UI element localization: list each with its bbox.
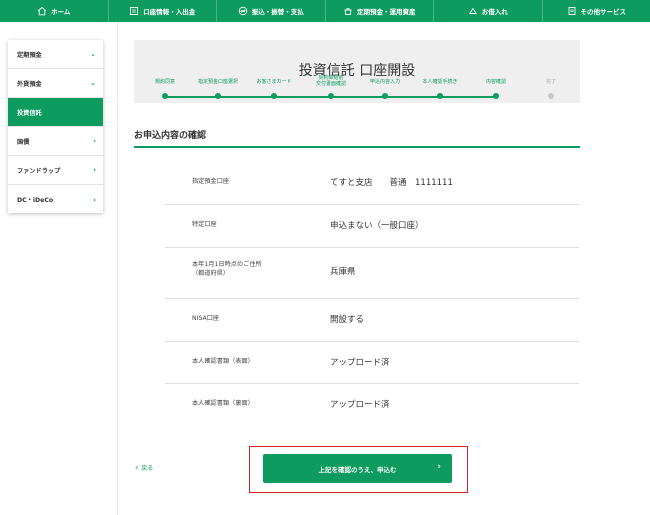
sidebar-item-investment-trust[interactable]: 投資信託	[8, 98, 103, 127]
nav-loans-label: お借入れ	[481, 8, 508, 16]
row-label: 本人確認書類（裏面）	[192, 400, 254, 407]
nav-other-services-label: その他サービス	[580, 8, 627, 16]
row-label: 本人確認書類（表面）	[192, 358, 254, 365]
sidebar-item-label: 投資信託	[17, 109, 42, 117]
progress-step-label: 契約締結前 交付書面確認	[315, 75, 346, 87]
page-header: 投資信託 口座開設 規約同意 指定預金口座選択 お客さまカード 契約締結前 交付書面確…	[134, 40, 580, 103]
row-label: 特定口座	[192, 221, 217, 228]
sidebar-item-dc-ideco[interactable]: DC・iDeCo ›	[8, 185, 103, 214]
sidebar-item-label: 国債	[17, 138, 30, 146]
progress-step-dot	[328, 93, 334, 99]
passbook-icon	[130, 7, 139, 15]
content-divider	[117, 22, 118, 515]
progress-step-label: お客さまカード	[256, 79, 292, 85]
progress-step-label: 本人確認手続き	[422, 79, 458, 85]
chevron-right-icon: ›	[93, 195, 96, 204]
nav-transfer-label: 振込・振替・支払	[251, 8, 304, 16]
top-navigation: ホーム 口座情報・入出金 振込・振替・支払 定期預金・運用資産 お借入れ その他…	[0, 0, 650, 22]
row-value: てすと支店 普通 1111111	[330, 178, 453, 188]
progress-step-label: 申込内容入力	[369, 79, 400, 85]
sidebar-item-fund-wrap[interactable]: ファンドラップ ›	[8, 156, 103, 185]
sidebar-item-label: ファンドラップ	[17, 167, 61, 175]
row-label: NISA口座	[192, 315, 220, 322]
progress-step-dot	[162, 93, 168, 99]
sidebar-item-foreign-deposit[interactable]: 外貨預金 ⌄	[8, 69, 103, 98]
chevron-down-icon: ⌄	[90, 50, 96, 58]
row-label: 指定預金口座	[192, 178, 230, 185]
row-value: 申込まない（一般口座）	[330, 221, 424, 231]
loan-icon	[469, 7, 477, 14]
nav-transfer[interactable]: 振込・振替・支払	[217, 0, 326, 22]
chevron-right-icon: ›	[437, 462, 441, 472]
nav-account-info[interactable]: 口座情報・入出金	[109, 0, 217, 22]
progress-step-label: 完了	[545, 79, 556, 85]
nav-loans[interactable]: お借入れ	[434, 0, 543, 22]
sidebar-item-time-deposit[interactable]: 定期預金 ⌄	[8, 40, 103, 69]
chevron-down-icon: ⌄	[90, 79, 96, 87]
document-icon	[568, 7, 575, 15]
progress-step-dot	[382, 93, 388, 99]
row-value: 兵庫県	[330, 267, 356, 277]
back-link-label: 戻る	[141, 465, 154, 472]
nav-other-services[interactable]: その他サービス	[543, 0, 650, 22]
home-icon	[37, 6, 47, 16]
progress-step-dot	[493, 93, 499, 99]
table-row: 指定預金口座 てすと支店 普通 1111111	[165, 162, 579, 205]
progress-step-label: 内容確認	[485, 79, 506, 85]
progress-step-dot	[215, 93, 221, 99]
progress-step-label: 規約同意	[154, 79, 175, 85]
sidebar-item-label: DC・iDeCo	[17, 197, 54, 204]
row-value: 開設する	[330, 315, 365, 325]
table-row: 本年1月1日時点のご住所 （都道府県） 兵庫県	[165, 248, 579, 299]
sidebar-item-label: 定期預金	[17, 51, 42, 59]
progress-step-dot	[271, 93, 277, 99]
table-row: 特定口座 申込まない（一般口座）	[165, 205, 579, 248]
section-divider	[134, 146, 580, 148]
savings-pot-icon	[344, 8, 352, 15]
table-row: 本人確認書類（表面） アップロード済	[165, 342, 579, 384]
chevron-right-icon: ›	[93, 166, 96, 174]
nav-home[interactable]: ホーム	[0, 0, 109, 22]
chevron-left-icon: ‹	[135, 463, 139, 472]
progress-step-label: 指定預金口座選択	[197, 79, 238, 85]
table-row: NISA口座 開設する	[165, 299, 579, 342]
sidebar-item-government-bonds[interactable]: 国債 ›	[8, 127, 103, 156]
sidebar: 定期預金 ⌄ 外貨預金 ⌄ 投資信託 国債 › ファンドラップ › DC・iDe…	[8, 40, 103, 213]
chevron-right-icon: ›	[93, 137, 96, 145]
progress-step-dot	[548, 93, 554, 99]
row-value: アップロード済	[330, 358, 390, 368]
nav-home-label: ホーム	[51, 8, 71, 16]
back-link[interactable]: ‹ 戻る	[135, 463, 153, 472]
transfer-icon	[238, 6, 247, 16]
sidebar-item-label: 外貨預金	[17, 80, 42, 88]
nav-savings-label: 定期預金・運用資産	[357, 8, 416, 16]
table-row: 本人確認書類（裏面） アップロード済	[165, 384, 579, 427]
progress-step-dot	[437, 93, 443, 99]
nav-account-info-label: 口座情報・入出金	[143, 8, 196, 16]
row-value: アップロード済	[330, 400, 390, 410]
submit-application-button[interactable]: 上記を確認のうえ、申込む ›	[263, 454, 452, 483]
section-title: お申込内容の確認	[134, 131, 207, 141]
nav-savings[interactable]: 定期預金・運用資産	[326, 0, 434, 22]
row-label: 本年1月1日時点のご住所 （都道府県）	[192, 261, 262, 277]
page-title: 投資信託 口座開設	[298, 63, 416, 79]
progress-steps: 規約同意 指定預金口座選択 お客さまカード 契約締結前 交付書面確認 申込内容入力 本人確…	[134, 75, 580, 100]
submit-button-label: 上記を確認のうえ、申込む	[318, 465, 397, 474]
